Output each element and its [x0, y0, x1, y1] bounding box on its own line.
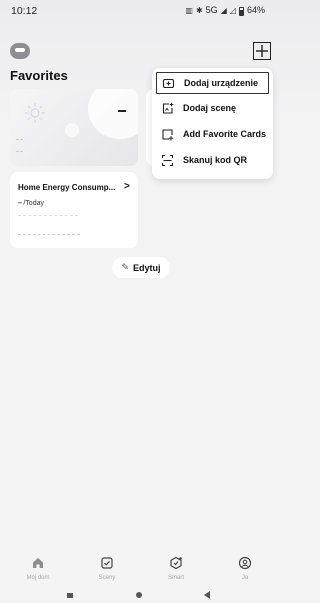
menu-item-label: Dodaj scenę	[183, 103, 237, 113]
menu-item-label: Dodaj urządzenie	[184, 78, 259, 88]
edit-button-label: Edytuj	[133, 262, 161, 273]
home-button-icon[interactable]	[136, 592, 142, 598]
bottom-nav: Mój dom Sceny Smart Ja	[0, 552, 277, 586]
network-label: 5G	[205, 5, 218, 15]
battery-percent: 64%	[246, 5, 265, 15]
nav-item-scenes[interactable]: Sceny	[77, 552, 137, 586]
energy-value: – /Today	[18, 200, 44, 207]
nav-item-profile[interactable]: Ja	[215, 552, 275, 586]
scenes-icon	[101, 557, 113, 569]
page-title: Favorites	[10, 68, 68, 83]
system-nav-bar	[0, 588, 277, 603]
status-bar: 10:12 ▥ ✱ 5G ◢ ◿ 64%	[0, 0, 277, 26]
energy-card-title: Home Energy Consump...	[18, 183, 116, 192]
back-icon[interactable]	[204, 591, 210, 599]
nav-label: Smart	[167, 575, 184, 581]
weather-line-1: --	[16, 134, 24, 144]
smart-icon	[170, 556, 182, 570]
recent-apps-icon[interactable]	[67, 593, 73, 598]
chevron-right-icon: >	[124, 181, 130, 192]
nav-label: Ja	[241, 575, 249, 581]
status-icons: ▥ ✱ 5G ◢ ◿ 64%	[185, 5, 265, 16]
signal-2-icon: ◿	[229, 5, 236, 15]
add-menu: Dodaj urządzenie Dodaj scenę Add Favorit…	[152, 68, 273, 179]
plus-icon	[256, 45, 268, 57]
status-time: 10:12	[11, 5, 38, 17]
menu-item-label: Add Favorite Cards	[183, 129, 267, 139]
menu-item-add-favorite-cards[interactable]: Add Favorite Cards	[156, 124, 269, 146]
nav-item-smart[interactable]: Smart	[146, 552, 206, 586]
home-avatar[interactable]	[10, 43, 30, 59]
sun-icon	[24, 102, 46, 124]
nav-label: Sceny	[98, 575, 116, 581]
add-card-icon	[162, 129, 174, 141]
nav-item-home[interactable]: Mój dom	[8, 552, 68, 586]
profile-icon	[238, 556, 252, 570]
weather-card[interactable]	[10, 89, 138, 166]
energy-unit: /Today	[21, 200, 44, 207]
edit-button[interactable]: ✎ Edytuj	[112, 257, 170, 278]
nav-label: Mój dom	[26, 575, 50, 581]
weather-line-2: --	[16, 146, 24, 156]
card-decoration-dot	[65, 123, 79, 137]
battery-icon	[238, 6, 244, 16]
nfc-icon: ▥	[185, 5, 193, 15]
signal-icon: ◢	[220, 5, 227, 15]
add-device-icon	[162, 78, 175, 89]
menu-item-label: Skanuj kod QR	[183, 155, 248, 165]
menu-item-add-scene[interactable]: Dodaj scenę	[156, 98, 269, 120]
add-scene-icon	[162, 102, 174, 114]
bluetooth-icon: ✱	[195, 5, 203, 15]
menu-item-add-device[interactable]: Dodaj urządzenie	[156, 72, 269, 94]
menu-item-scan-qr[interactable]: Skanuj kod QR	[156, 150, 269, 172]
card-decoration	[88, 89, 138, 139]
weather-value	[118, 110, 126, 112]
home-icon	[33, 558, 43, 568]
energy-placeholder-line	[18, 234, 80, 235]
add-button[interactable]	[253, 42, 271, 60]
energy-placeholder-line	[18, 215, 78, 216]
energy-card[interactable]: Home Energy Consump... > – /Today	[10, 172, 138, 248]
pencil-icon: ✎	[121, 262, 130, 272]
scan-qr-icon	[161, 154, 174, 167]
